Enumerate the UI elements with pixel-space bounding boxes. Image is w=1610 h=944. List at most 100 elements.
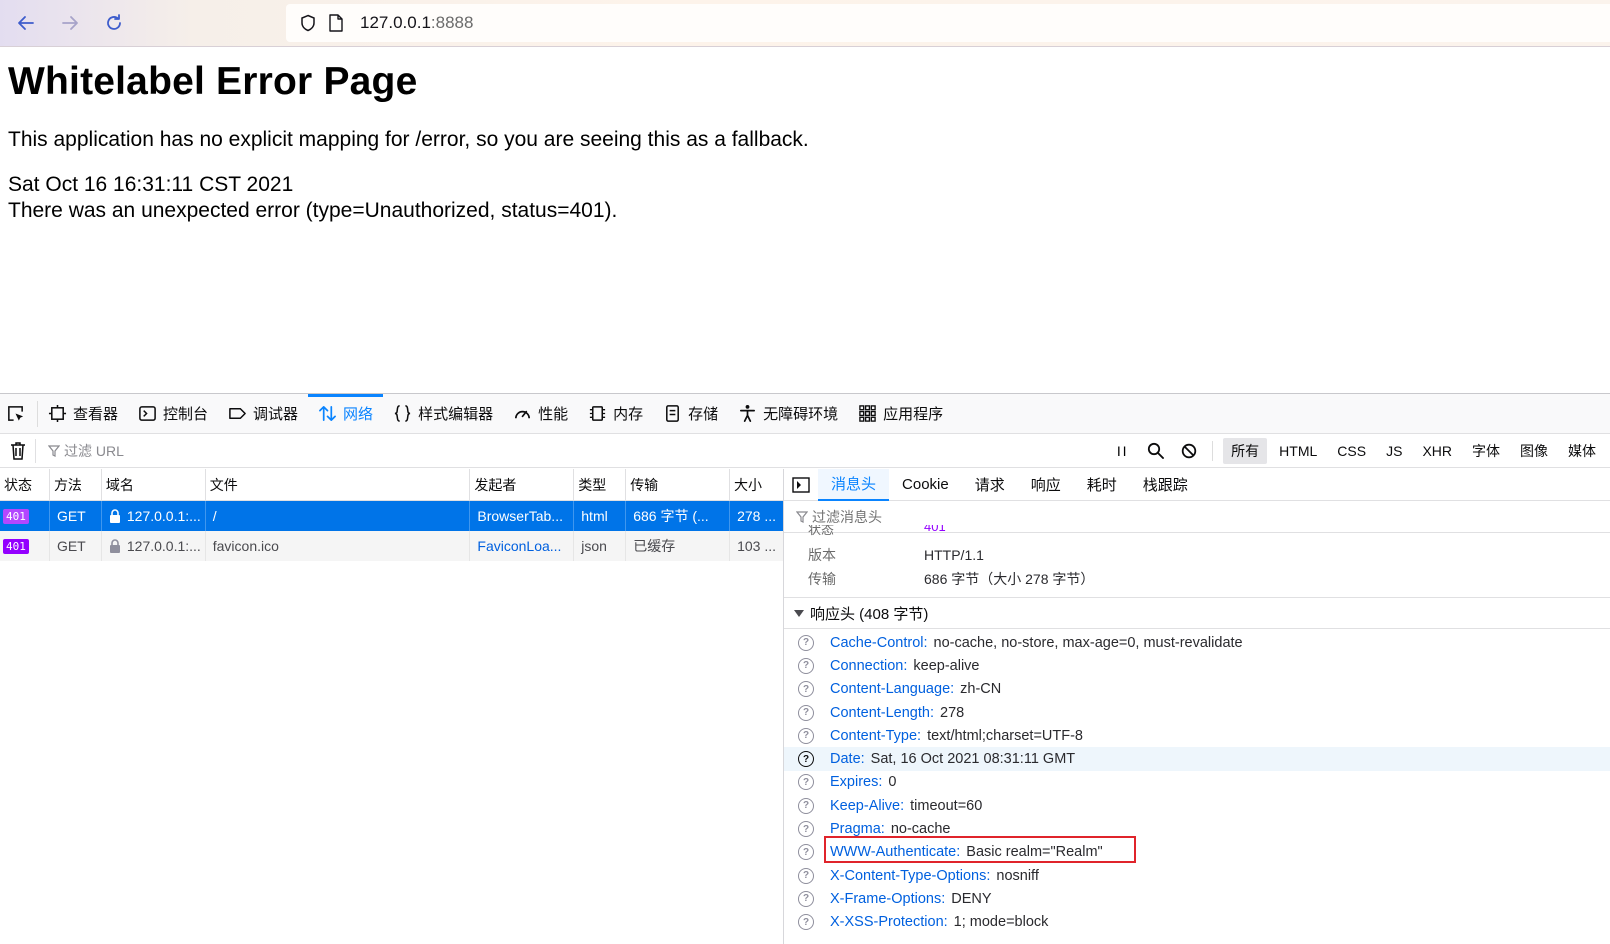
help-icon[interactable]: ? <box>798 657 814 674</box>
back-button[interactable] <box>11 8 41 38</box>
request-table: 状态 方法 域名 文件 发起者 类型 传输 大小 401 GET 127.0.0… <box>0 469 784 944</box>
row-initiator[interactable]: FaviconLoa... <box>470 531 575 561</box>
error-message: This application has no explicit mapping… <box>8 128 809 151</box>
header-row[interactable]: ? Connection: keep-alive <box>784 654 1610 677</box>
header-row[interactable]: ? Content-Length: 278 <box>784 701 1610 724</box>
network-body: 状态 方法 域名 文件 发起者 类型 传输 大小 401 GET 127.0.0… <box>0 469 1610 944</box>
error-details: Sat Oct 16 16:31:11 CST 2021 There was a… <box>8 172 1610 224</box>
lock-icon <box>109 509 120 523</box>
type-filter-js[interactable]: JS <box>1378 440 1410 462</box>
col-status[interactable]: 状态 <box>0 469 50 500</box>
header-row[interactable]: ? X-Frame-Options: DENY <box>784 887 1610 910</box>
row-domain: 127.0.0.1:... <box>102 531 206 561</box>
tab-stack-trace[interactable]: 栈跟踪 <box>1130 469 1201 501</box>
page-title: Whitelabel Error Page <box>8 60 418 103</box>
col-transferred[interactable]: 传输 <box>626 469 731 500</box>
summary-transfer: 传输 686 字节（大小 278 字节） <box>808 567 1610 591</box>
col-size[interactable]: 大小 <box>730 469 783 500</box>
forward-button[interactable] <box>55 8 85 38</box>
filter-url-placeholder: 过滤 URL <box>64 442 124 459</box>
header-row[interactable]: ? Cache-Control: no-cache, no-store, max-a… <box>784 631 1610 654</box>
header-row-highlighted[interactable]: ? Date: Sat, 16 Oct 2021 08:31:11 GMT <box>784 747 1610 771</box>
type-filter-media[interactable]: 媒体 <box>1560 438 1604 464</box>
tab-timings[interactable]: 耗时 <box>1074 469 1130 501</box>
table-row[interactable]: 401 GET 127.0.0.1:... / BrowserTab... ht… <box>0 501 783 531</box>
header-name: X-Frame-Options: <box>830 890 946 907</box>
request-summary: 状态 401 版本 HTTP/1.1 传输 686 字节（大小 278 字节） <box>784 525 1610 591</box>
inspector-icon <box>48 404 67 423</box>
row-size: 278 ... <box>737 508 776 524</box>
header-row[interactable]: ? X-XSS-Protection: 1; mode=block <box>784 911 1610 934</box>
tab-response[interactable]: 响应 <box>1018 469 1074 501</box>
reload-button[interactable] <box>99 8 129 38</box>
help-icon[interactable]: ? <box>798 890 814 907</box>
header-value: 278 <box>940 704 965 721</box>
row-initiator[interactable]: BrowserTab... <box>470 501 575 531</box>
tab-console[interactable]: 控制台 <box>128 394 218 434</box>
sidebar-toggle-button[interactable] <box>784 476 818 493</box>
tab-performance[interactable]: 性能 <box>503 394 578 434</box>
header-name: Connection: <box>830 657 908 674</box>
help-icon[interactable]: ? <box>798 681 814 698</box>
header-name: Cache-Control: <box>830 634 928 651</box>
type-filter-xhr[interactable]: XHR <box>1414 440 1460 462</box>
pause-button[interactable]: I I <box>1104 443 1138 459</box>
help-icon[interactable]: ? <box>798 704 814 721</box>
help-icon[interactable]: ? <box>798 774 814 791</box>
tab-storage[interactable]: 存储 <box>653 394 728 434</box>
tab-network[interactable]: 网络 <box>308 393 384 434</box>
tab-memory[interactable]: 内存 <box>578 394 653 434</box>
clear-button[interactable] <box>0 438 36 463</box>
header-row[interactable]: ? Expires: 0 <box>784 771 1610 794</box>
type-filter-css[interactable]: CSS <box>1329 440 1374 462</box>
tab-headers[interactable]: 消息头 <box>818 469 890 501</box>
tab-request[interactable]: 请求 <box>962 469 1018 501</box>
filter-icon <box>48 444 60 457</box>
url-text[interactable]: 127.0.0.1:8888 <box>360 13 473 33</box>
header-row[interactable]: ? X-Content-Type-Options: nosniff <box>784 864 1610 887</box>
filter-url-input[interactable]: 过滤 URL <box>48 441 1104 461</box>
col-method[interactable]: 方法 <box>50 469 102 500</box>
tab-inspector[interactable]: 查看器 <box>38 394 128 434</box>
header-row[interactable]: ? Keep-Alive: timeout=60 <box>784 794 1610 817</box>
tab-cookie[interactable]: Cookie <box>889 469 962 501</box>
help-icon[interactable]: ? <box>798 727 814 744</box>
type-filter-images[interactable]: 图像 <box>1512 438 1556 464</box>
tab-application[interactable]: 应用程序 <box>848 394 953 434</box>
url-bar[interactable]: 127.0.0.1:8888 <box>286 4 1610 42</box>
help-icon[interactable]: ? <box>798 844 814 861</box>
help-icon[interactable]: ? <box>798 821 814 838</box>
help-icon[interactable]: ? <box>798 751 814 768</box>
response-headers-title: 响应头 (408 字节) <box>810 605 929 623</box>
network-toolbar-right: I I 所有 HTML CSS JS XHR 字体 图像 媒体 <box>1104 434 1610 468</box>
header-row[interactable]: ? Content-Type: text/html;charset=UTF-8 <box>784 724 1610 747</box>
console-icon <box>139 406 156 421</box>
devtools-panel: 查看器 控制台 调试器 网络 样式编辑器 性能 内存 存储 无障碍环境 应用程序… <box>0 393 1610 944</box>
help-icon[interactable]: ? <box>798 634 814 651</box>
type-filter-fonts[interactable]: 字体 <box>1464 438 1508 464</box>
tab-debugger[interactable]: 调试器 <box>218 394 308 434</box>
page-icon <box>326 13 346 33</box>
response-headers-toggle[interactable]: 响应头 (408 字节) <box>784 597 1610 629</box>
memory-icon <box>589 406 606 421</box>
block-button[interactable] <box>1172 443 1206 459</box>
row-size: 103 ... <box>737 538 776 554</box>
help-icon[interactable]: ? <box>798 914 814 931</box>
col-type[interactable]: 类型 <box>574 469 627 500</box>
col-file[interactable]: 文件 <box>206 469 471 500</box>
table-row[interactable]: 401 GET 127.0.0.1:... favicon.ico Favico… <box>0 531 783 561</box>
shield-icon[interactable] <box>298 13 318 33</box>
help-icon[interactable]: ? <box>798 797 814 814</box>
tab-accessibility[interactable]: 无障碍环境 <box>728 394 848 434</box>
help-icon[interactable]: ? <box>798 867 814 884</box>
devtools-tabbar: 查看器 控制台 调试器 网络 样式编辑器 性能 内存 存储 无障碍环境 应用程序 <box>0 393 1610 434</box>
type-filter-html[interactable]: HTML <box>1271 440 1325 462</box>
element-picker-button[interactable] <box>0 400 38 427</box>
col-initiator[interactable]: 发起者 <box>470 469 575 500</box>
type-filter-all[interactable]: 所有 <box>1223 437 1268 464</box>
col-domain[interactable]: 域名 <box>102 469 206 500</box>
search-button[interactable] <box>1138 442 1172 459</box>
header-row[interactable]: ? Content-Language: zh-CN <box>784 678 1610 701</box>
response-headers-list: ? Cache-Control: no-cache, no-store, max-a… <box>784 629 1610 934</box>
tab-style-editor[interactable]: 样式编辑器 <box>383 394 503 434</box>
